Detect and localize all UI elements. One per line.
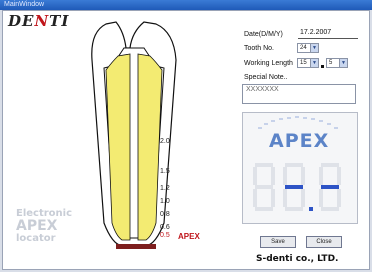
chevron-down-icon[interactable]: ▼ [339, 59, 347, 67]
digit-2-middle-segment [285, 185, 303, 189]
special-note-label: Special Note.. [244, 74, 288, 81]
digit-3-middle-segment [321, 185, 339, 189]
date-value[interactable]: 17.2.2007 [300, 29, 331, 36]
chevron-down-icon[interactable]: ▼ [310, 44, 318, 52]
date-label: Date(D/M/Y) [244, 31, 283, 38]
working-length-select-mm[interactable]: 15 ▼ [297, 58, 319, 68]
scale-label: 0.6 [160, 224, 170, 231]
scale-label: 1.0 [160, 198, 170, 205]
decimal-point [309, 207, 313, 211]
logo-text-left: DE [8, 12, 35, 30]
app-logo: DENTI [8, 12, 69, 30]
working-length-label: Working Length [244, 60, 293, 67]
scale-label: 1.2 [160, 185, 170, 192]
logo-text-right: TI [49, 12, 70, 30]
scale-label: 2.0 [160, 138, 170, 145]
scale-label: 0.5 [160, 232, 170, 239]
digit-1 [253, 163, 275, 211]
apex-base [116, 244, 156, 249]
chevron-down-icon[interactable]: ▼ [310, 59, 318, 67]
watermark: Electronic APEX locator [16, 208, 72, 244]
special-note-field[interactable]: XXXXXXX [242, 84, 356, 104]
special-note-value: XXXXXXX [246, 86, 279, 93]
close-button[interactable]: Close [306, 236, 342, 248]
save-button[interactable]: Save [260, 236, 296, 248]
scale-label: 0.8 [160, 211, 170, 218]
scale-label: 1.5 [160, 168, 170, 175]
logo-text-slash: N [34, 12, 50, 30]
apex-display-title: APEX [269, 130, 330, 152]
watermark-line2: APEX [16, 218, 58, 234]
tooth-number-label: Tooth No. [244, 45, 274, 52]
seven-segment-readout [253, 163, 341, 211]
apex-display-panel: APEX [242, 112, 358, 224]
apex-label: APEX [178, 232, 200, 241]
working-length-value-1: 15 [300, 60, 307, 66]
working-length-value-2: 5 [329, 60, 333, 66]
tooth-number-value: 24 [300, 45, 307, 51]
window-title: MainWindow [4, 1, 45, 8]
date-underline [298, 38, 358, 39]
decimal-dot-icon [321, 65, 324, 68]
brand-text: S-denti co., LTD. [256, 254, 339, 264]
watermark-line3: locator [16, 233, 56, 244]
title-bar: MainWindow [0, 0, 372, 10]
working-length-select-fraction[interactable]: 5 ▼ [326, 58, 348, 68]
tooth-number-select[interactable]: 24 ▼ [297, 43, 319, 53]
